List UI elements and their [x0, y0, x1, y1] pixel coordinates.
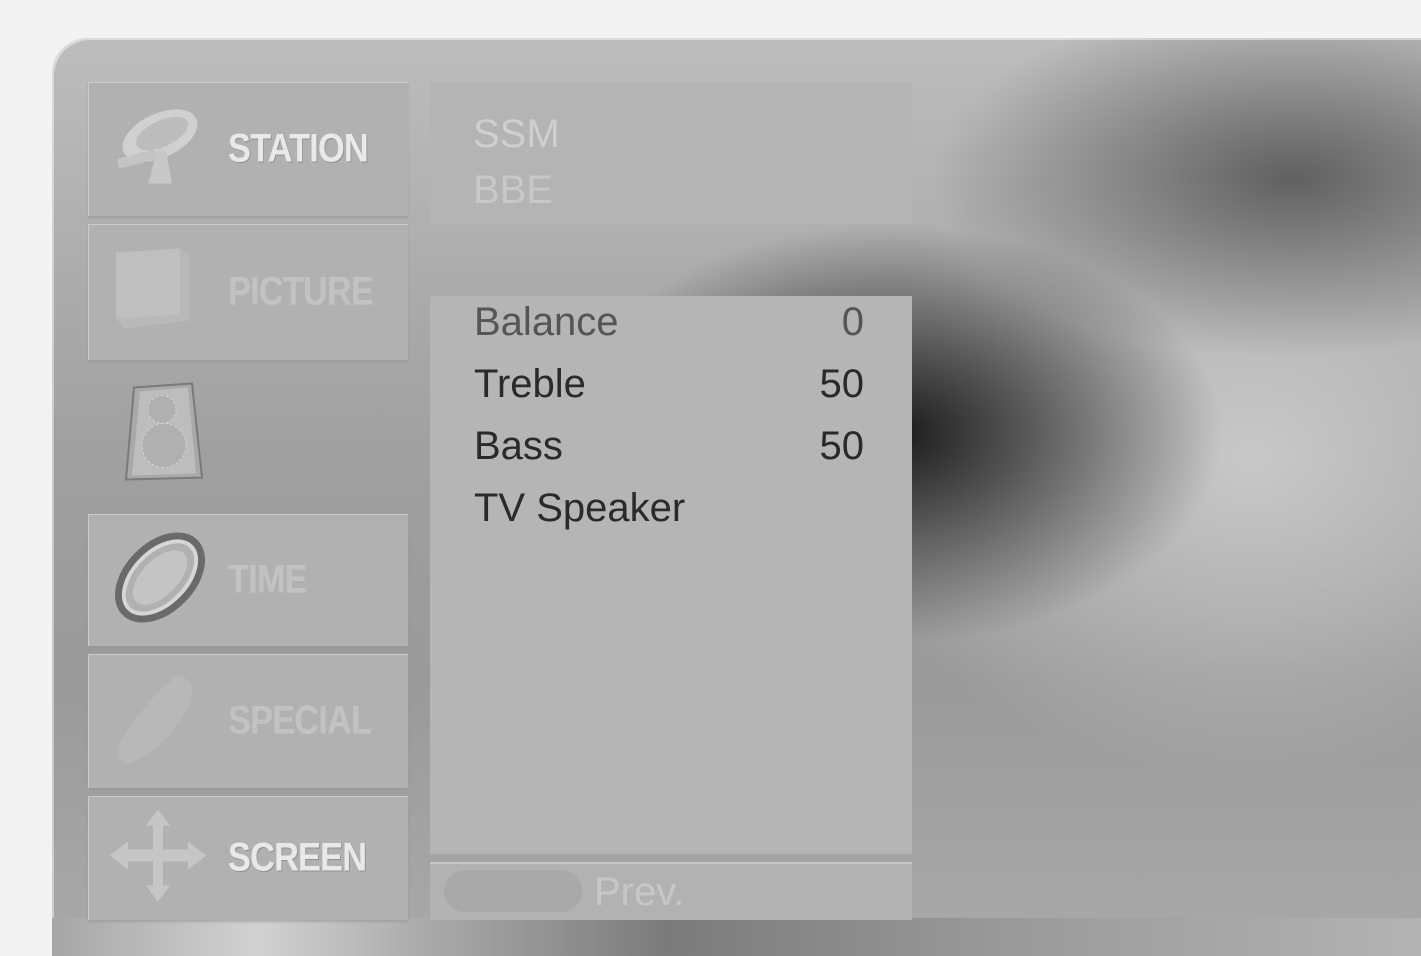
setting-row-bass[interactable]: Bass 50	[430, 420, 912, 476]
picture-icon	[108, 245, 208, 340]
menu-item-screen[interactable]: SCREEN	[88, 796, 408, 920]
option-ssm[interactable]: SSM	[473, 112, 560, 157]
menu-item-picture[interactable]: PICTURE	[88, 224, 408, 360]
setting-name: TV Speaker	[474, 486, 686, 530]
menu-label-time: TIME	[228, 557, 308, 602]
sound-options-top: SSM BBE	[430, 82, 912, 224]
setting-row-tv-speaker[interactable]: TV Speaker	[430, 482, 912, 538]
special-icon	[108, 669, 208, 774]
setting-value: 0	[841, 300, 864, 344]
footer-bar: Prev.	[430, 862, 912, 920]
menu-item-special[interactable]: SPECIAL	[88, 654, 408, 788]
prev-label: Prev.	[594, 870, 685, 914]
setting-row-treble[interactable]: Treble 50	[430, 358, 912, 414]
setting-value: 50	[819, 362, 865, 406]
setting-name: Treble	[474, 362, 586, 406]
setting-name: Bass	[474, 424, 563, 468]
menu-item-station[interactable]: STATION	[88, 82, 408, 216]
clock-icon	[108, 528, 218, 633]
menu-label-station: STATION	[228, 126, 369, 171]
option-bbe[interactable]: BBE	[473, 168, 553, 213]
sound-settings-panel: Balance 0 Treble 50 Bass 50 TV Speaker	[430, 296, 912, 854]
menu-label-screen: SCREEN	[228, 835, 367, 880]
setting-value: 50	[819, 424, 865, 468]
satellite-dish-icon	[108, 102, 208, 197]
osd-bottom-edge	[52, 918, 1421, 956]
setting-row-balance[interactable]: Balance 0	[430, 296, 912, 352]
menu-label-special: SPECIAL	[228, 698, 372, 743]
move-arrows-icon	[108, 808, 208, 909]
speaker-icon	[122, 382, 212, 491]
menu-item-sound[interactable]	[88, 366, 408, 506]
setting-name: Balance	[474, 300, 619, 344]
menu-label-picture: PICTURE	[228, 269, 374, 314]
menu-item-time[interactable]: TIME	[88, 514, 408, 646]
prev-button[interactable]	[444, 870, 582, 912]
